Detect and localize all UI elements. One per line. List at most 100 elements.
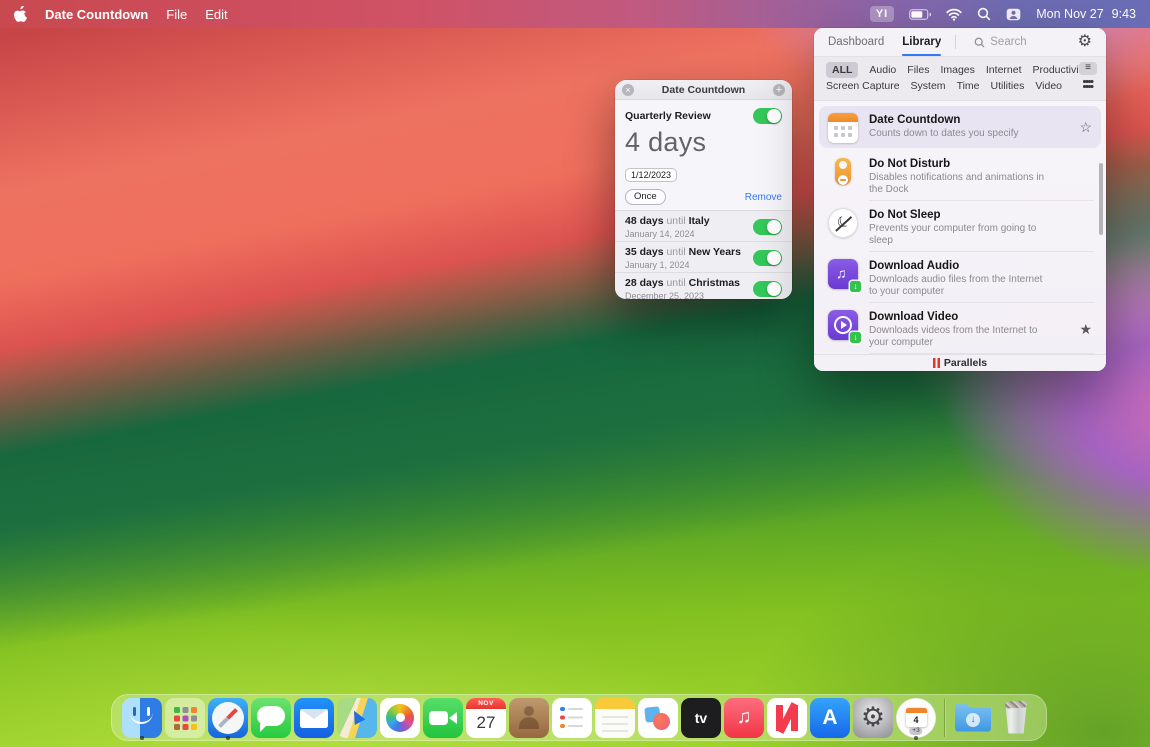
- countdown-toggle[interactable]: [753, 108, 782, 124]
- menu-file[interactable]: File: [166, 7, 187, 22]
- countdown-toggle[interactable]: [753, 219, 782, 235]
- countdown-name: Quarterly Review: [625, 110, 711, 122]
- tool-do-not-sleep[interactable]: Do Not SleepPrevents your computer from …: [814, 201, 1106, 252]
- filter-utilities[interactable]: Utilities: [991, 78, 1025, 94]
- filter-audio[interactable]: Audio: [869, 62, 896, 78]
- downloads-dock-icon[interactable]: [953, 695, 993, 741]
- repeat-selector[interactable]: Once: [625, 189, 666, 205]
- contacts-dock-icon[interactable]: [509, 695, 549, 741]
- parallels-logo-icon: [933, 358, 940, 368]
- tab-library[interactable]: Library: [902, 28, 941, 56]
- finder-dock-icon[interactable]: [122, 695, 162, 741]
- download-video-icon: [828, 310, 858, 340]
- mini-calendar-day: 4: [906, 708, 927, 728]
- user-switch-icon[interactable]: [1006, 8, 1021, 21]
- filter-time[interactable]: Time: [957, 78, 980, 94]
- date-countdown-dock-icon[interactable]: 4+3: [896, 695, 936, 741]
- facetime-dock-icon[interactable]: [423, 695, 463, 741]
- music-dock-icon[interactable]: [724, 695, 764, 741]
- filter-system[interactable]: System: [911, 78, 946, 94]
- spotlight-icon[interactable]: [977, 7, 991, 21]
- tool-description: Downloads videos from the Internet to yo…: [869, 325, 1047, 349]
- calendar-day-label: 27: [466, 709, 506, 738]
- panel-tab-bar: Dashboard Library Search ⚙: [814, 28, 1106, 57]
- filter-all[interactable]: ALL: [826, 62, 858, 78]
- reminders-dock-icon[interactable]: [552, 695, 592, 741]
- notes-dock-icon[interactable]: [595, 695, 635, 741]
- menu-bar-clock[interactable]: Mon Nov 27 9:43: [1036, 7, 1136, 21]
- countdown-toggle[interactable]: [753, 250, 782, 266]
- settings-dock-icon[interactable]: [853, 695, 893, 741]
- remove-link[interactable]: Remove: [745, 192, 782, 203]
- messages-dock-icon[interactable]: [251, 695, 291, 741]
- countdown-row: 28 days until ChristmasDecember 25, 2023: [615, 273, 792, 299]
- launchpad-dock-icon[interactable]: [165, 695, 205, 741]
- filter-images[interactable]: Images: [940, 62, 974, 78]
- door-hanger-icon: [828, 157, 858, 187]
- countdown-days-remaining: 4 days: [625, 127, 782, 158]
- countdown-row-title: 35 days until New Years: [625, 246, 741, 258]
- filter-files[interactable]: Files: [907, 62, 929, 78]
- close-window-icon[interactable]: ×: [622, 84, 634, 96]
- reminders-icon: [552, 698, 592, 738]
- add-countdown-icon[interactable]: +: [773, 84, 785, 96]
- safari-dock-icon[interactable]: [208, 695, 248, 741]
- apple-menu-icon[interactable]: [14, 6, 27, 22]
- window-titlebar[interactable]: × Date Countdown +: [615, 80, 792, 100]
- menu-bar-time: 9:43: [1112, 7, 1136, 21]
- finder-icon: [122, 698, 162, 738]
- countdown-toggle[interactable]: [753, 281, 782, 297]
- date-field[interactable]: 1/12/2023: [625, 168, 677, 182]
- tool-download-audio[interactable]: Download AudioDownloads audio files from…: [814, 252, 1106, 303]
- countdown-row-text: 28 days until ChristmasDecember 25, 2023: [625, 277, 740, 300]
- list-view-icon[interactable]: ≡: [1079, 62, 1097, 75]
- download-audio-icon: [828, 259, 858, 289]
- trash-dock-icon[interactable]: [996, 695, 1036, 741]
- tool-text: Do Not SleepPrevents your computer from …: [869, 207, 1092, 247]
- search-placeholder: Search: [990, 36, 1026, 48]
- filter-screen-capture[interactable]: Screen Capture: [826, 78, 900, 94]
- freeform-dock-icon[interactable]: [638, 695, 678, 741]
- facetime-icon: [423, 698, 463, 738]
- appstore-dock-icon[interactable]: [810, 695, 850, 741]
- panel-scrollbar[interactable]: [1099, 163, 1103, 235]
- tool-description: Downloads audio files from the Internet …: [869, 274, 1047, 298]
- maps-icon: [337, 698, 377, 738]
- appletv-dock-icon[interactable]: tv: [681, 695, 721, 741]
- tools-list: Date CountdownCounts down to dates you s…: [814, 101, 1106, 354]
- mail-dock-icon[interactable]: [294, 695, 334, 741]
- photos-icon: [380, 698, 420, 738]
- favorite-star-icon[interactable]: ☆: [1075, 119, 1092, 136]
- menu-bar: Date Countdown File Edit YI Mon Nov 27 9:…: [0, 0, 1150, 28]
- news-dock-icon[interactable]: [767, 695, 807, 741]
- grid-view-icon[interactable]: [1079, 79, 1097, 89]
- tool-do-not-disturb[interactable]: Do Not DisturbDisables notifications and…: [814, 150, 1106, 201]
- launchpad-icon: [165, 698, 205, 738]
- tab-dashboard[interactable]: Dashboard: [828, 28, 884, 56]
- app-menu-title[interactable]: Date Countdown: [45, 7, 148, 22]
- tool-title: Do Not Sleep: [869, 208, 1092, 222]
- tool-text: Do Not DisturbDisables notifications and…: [869, 156, 1092, 196]
- dock: NOV27 tv 4+3: [111, 694, 1047, 741]
- wifi-icon[interactable]: [946, 8, 962, 21]
- favorite-star-filled-icon[interactable]: ★: [1075, 321, 1092, 338]
- tool-description: Counts down to dates you specify: [869, 128, 1047, 140]
- countdown-row-date: January 14, 2024: [625, 229, 710, 239]
- parallels-toolbox-menu-icon[interactable]: YI: [870, 6, 894, 22]
- photos-dock-icon[interactable]: [380, 695, 420, 741]
- gear-icon[interactable]: ⚙: [1078, 34, 1092, 50]
- appstore-icon: [810, 698, 850, 738]
- filter-internet[interactable]: Internet: [986, 62, 1022, 78]
- tool-download-video[interactable]: Download VideoDownloads videos from the …: [814, 303, 1106, 354]
- tool-text: Date CountdownCounts down to dates you s…: [869, 112, 1064, 140]
- calendar-dock-icon[interactable]: NOV27: [466, 695, 506, 741]
- maps-dock-icon[interactable]: [337, 695, 377, 741]
- filter-video[interactable]: Video: [1035, 78, 1062, 94]
- category-filters: ALLAudioFilesImagesInternetProductivity …: [814, 57, 1106, 101]
- appletv-icon: tv: [681, 698, 721, 738]
- search-field[interactable]: Search: [974, 36, 1026, 48]
- freeform-icon: [638, 698, 678, 738]
- battery-icon[interactable]: [909, 9, 931, 20]
- menu-edit[interactable]: Edit: [205, 7, 227, 22]
- tool-date-countdown[interactable]: Date CountdownCounts down to dates you s…: [819, 106, 1101, 148]
